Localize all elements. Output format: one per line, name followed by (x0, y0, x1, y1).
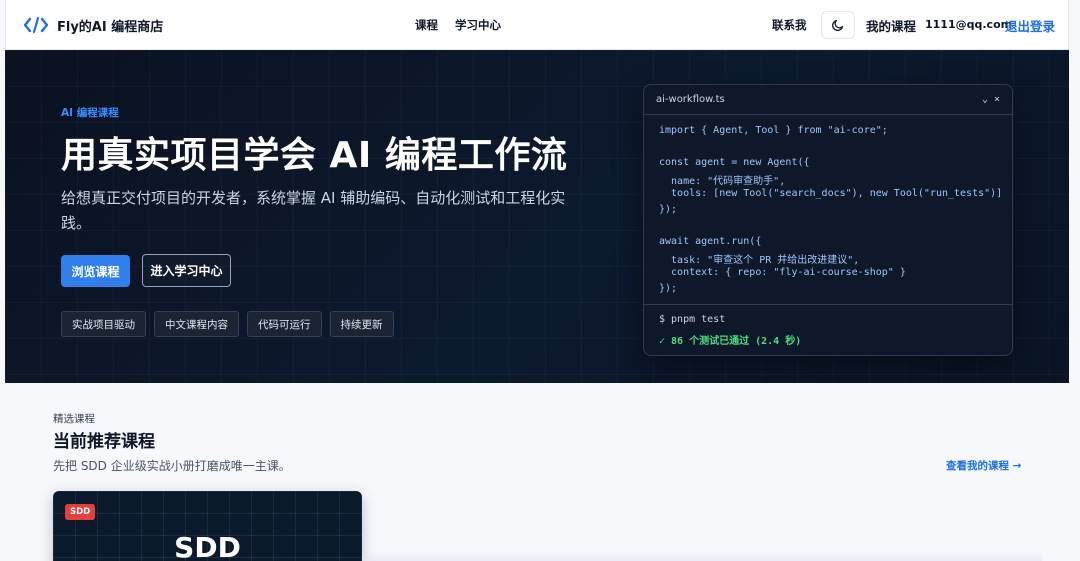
course-card-sdd[interactable]: SDD SDD (53, 491, 362, 561)
hero-eyebrow: AI 编程课程 (61, 107, 119, 119)
code-line: task: "审查这个 PR 并给出改进建议", (659, 255, 860, 267)
code-line: context: { repo: "fly-ai-course-shop" } (659, 267, 906, 279)
code-line: const agent = new Agent({ (659, 156, 810, 168)
enter-learning-center-button[interactable]: 进入学习中心 (142, 254, 231, 287)
view-my-courses-link[interactable]: 查看我的课程 → (946, 458, 1021, 473)
code-line: await agent.run({ (659, 235, 762, 247)
hero-tag: 中文课程内容 (154, 311, 239, 337)
nav-link-learning-center[interactable]: 学习中心 (455, 17, 501, 33)
nav-link-contact[interactable]: 联系我 (772, 17, 807, 33)
course-cover-title: SDD (174, 531, 241, 561)
code-filename: ai-workflow.ts (656, 94, 725, 105)
window-controls[interactable]: ⌄ × (982, 94, 1000, 105)
code-card-header: ai-workflow.ts ⌄ × (644, 85, 1012, 115)
code-line: name: "代码审查助手", (659, 176, 786, 188)
hero-section: AI 编程课程 用真实项目学会 AI 编程工作流 给想真正交付项目的开发者，系统… (5, 50, 1069, 383)
code-line: import { Agent, Tool } from "ai-core"; (659, 125, 888, 136)
code-preview-card: ai-workflow.ts ⌄ × import { Agent, Tool … (643, 84, 1013, 356)
course-badge: SDD (65, 504, 96, 520)
hero-subtitle: 给想真正交付项目的开发者，系统掌握 AI 辅助编码、自动化测试和工程化实践。 (61, 189, 566, 232)
featured-eyebrow: 精选课程 (53, 413, 95, 425)
code-body: import { Agent, Tool } from "ai-core"; c… (644, 115, 1012, 305)
code-line: }); (659, 282, 678, 294)
user-email: 1111@qq.com (925, 18, 1013, 31)
hero-tag: 实战项目驱动 (61, 311, 146, 337)
terminal-result: ✓ 86 个测试已通过 (2.4 秒) (659, 336, 802, 347)
card-row-shadow (362, 551, 1042, 561)
top-navbar: Fly的AI 编程商店 课程 学习中心 联系我 我的课程 1111@qq.com… (5, 0, 1069, 50)
code-line: }); (659, 203, 678, 215)
featured-subtitle: 先把 SDD 企业级实战小册打磨成唯一主课。 (53, 459, 291, 473)
code-brackets-icon (23, 16, 49, 34)
terminal-output: $ pnpm test ✓ 86 个测试已通过 (2.4 秒) (644, 305, 1012, 355)
hero-tag: 代码可运行 (247, 311, 322, 337)
theme-toggle-button[interactable] (821, 11, 855, 39)
logo-text: Fly的AI 编程商店 (57, 19, 164, 35)
terminal-command: $ pnpm test (659, 314, 726, 325)
code-line: tools: [new Tool("search_docs"), new Too… (659, 188, 1003, 200)
nav-link-courses[interactable]: 课程 (415, 17, 438, 33)
featured-title: 当前推荐课程 (53, 432, 155, 452)
logout-link[interactable]: 退出登录 (1005, 16, 1055, 35)
site-logo[interactable]: Fly的AI 编程商店 (23, 15, 163, 35)
browse-courses-button[interactable]: 浏览课程 (61, 255, 130, 287)
my-courses-link[interactable]: 我的课程 (866, 16, 916, 35)
moon-icon (832, 19, 844, 31)
hero-tag: 持续更新 (329, 311, 394, 337)
hero-tags: 实战项目驱动 中文课程内容 代码可运行 持续更新 (61, 311, 394, 337)
hero-title: 用真实项目学会 AI 编程工作流 (61, 135, 568, 176)
